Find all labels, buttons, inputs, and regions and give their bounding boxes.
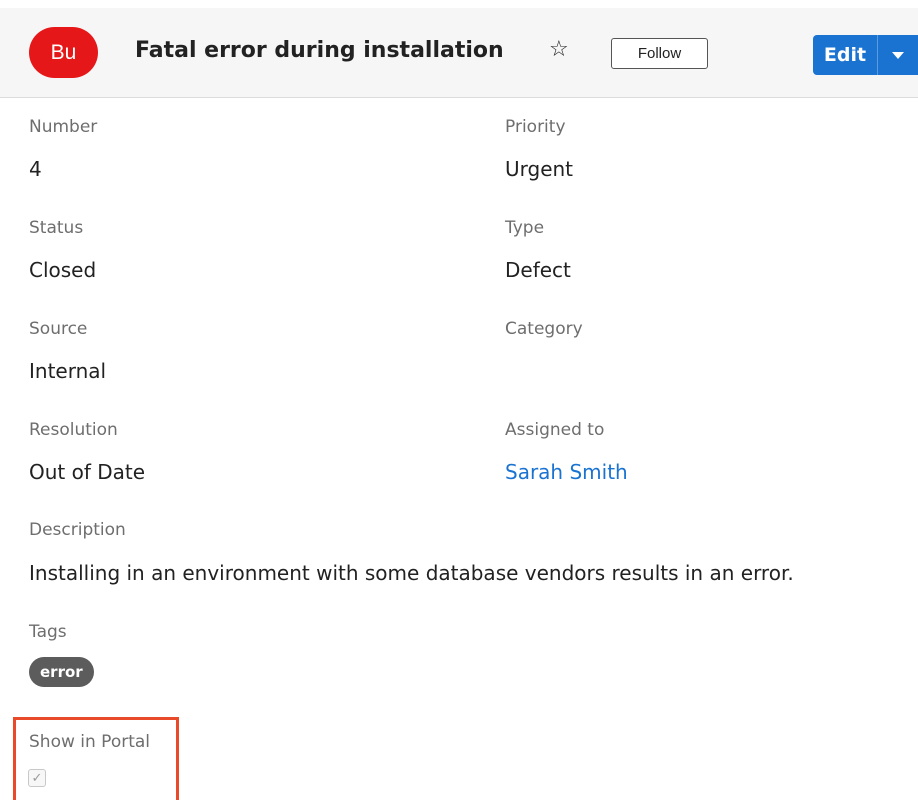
- number-value: 4: [29, 157, 42, 181]
- status-value: Closed: [29, 258, 97, 282]
- follow-button[interactable]: Follow: [611, 38, 708, 69]
- highlight-box: [13, 717, 179, 800]
- chevron-down-icon: [892, 51, 904, 59]
- assigned-user-link[interactable]: Sarah Smith: [505, 460, 628, 484]
- priority-label: Priority: [505, 117, 566, 137]
- show-in-portal-label: Show in Portal: [29, 732, 151, 752]
- show-in-portal-checkbox[interactable]: ✓: [28, 769, 46, 787]
- edit-button[interactable]: Edit: [813, 35, 877, 75]
- source-label: Source: [29, 319, 88, 339]
- category-label: Category: [505, 319, 583, 339]
- edit-button-group: Edit: [813, 35, 918, 75]
- resolution-value: Out of Date: [29, 460, 146, 484]
- type-value: Defect: [505, 258, 571, 282]
- priority-value: Urgent: [505, 157, 574, 181]
- assigned-to-label: Assigned to: [505, 420, 605, 440]
- record-header: Bu Fatal error during installation ☆ Fol…: [0, 8, 918, 98]
- resolution-label: Resolution: [29, 420, 118, 440]
- description-label: Description: [29, 520, 126, 540]
- status-label: Status: [29, 218, 84, 238]
- check-icon: ✓: [31, 770, 43, 786]
- type-label: Type: [505, 218, 545, 238]
- favorite-star-icon[interactable]: ☆: [549, 37, 569, 62]
- module-avatar: Bu: [29, 27, 98, 78]
- top-strip: [0, 0, 918, 8]
- number-label: Number: [29, 117, 98, 137]
- record-title: Fatal error during installation: [135, 38, 504, 63]
- source-value: Internal: [29, 359, 107, 383]
- tags-label: Tags: [29, 622, 67, 642]
- tag-pill[interactable]: error: [29, 657, 94, 687]
- actions-dropdown-button[interactable]: [878, 35, 918, 75]
- description-value: Installing in an environment with some d…: [29, 561, 794, 585]
